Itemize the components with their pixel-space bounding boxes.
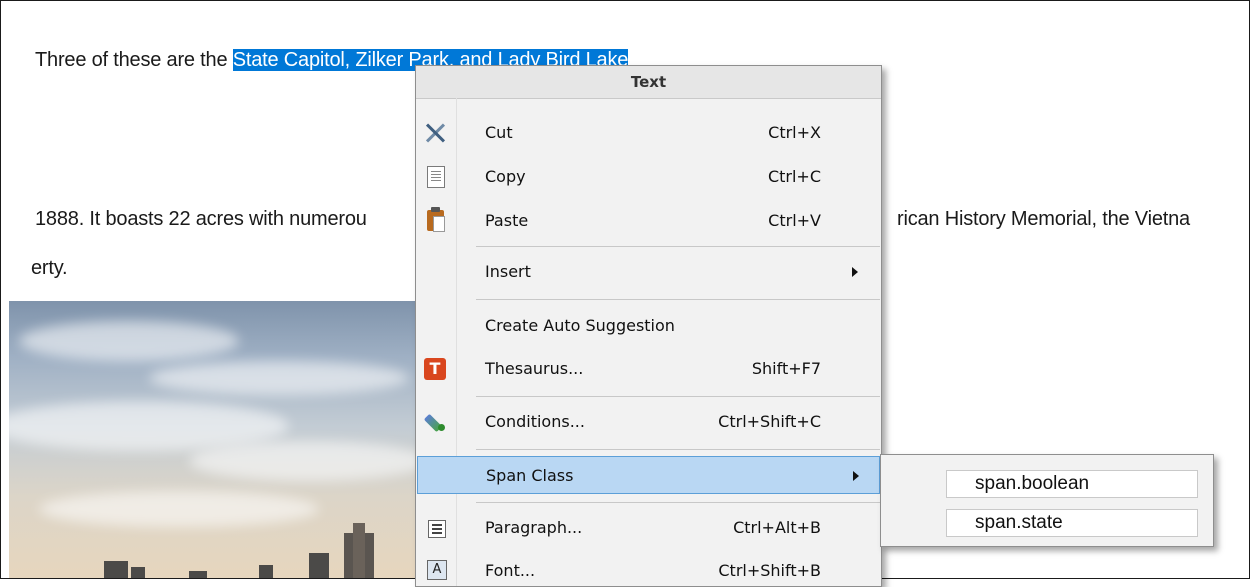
menu-item-label: Copy [485, 167, 526, 186]
menu-item-thesaurus[interactable]: T Thesaurus... Shift+F7 [416, 350, 881, 388]
menu-item-label: Font... [485, 561, 536, 580]
span-class-submenu[interactable]: span.boolean span.state [880, 454, 1214, 547]
submenu-item-span-state[interactable]: span.state [946, 509, 1198, 537]
menu-separator [476, 449, 880, 450]
conditions-icon [424, 411, 446, 433]
menu-item-copy[interactable]: Copy Ctrl+C [416, 158, 881, 196]
document-paragraph-2[interactable]: 1888. It boasts 22 acres with numerou [35, 208, 367, 231]
paste-icon [427, 207, 445, 232]
menu-item-shortcut: Ctrl+Alt+B [733, 518, 821, 537]
menu-item-label: Span Class [486, 466, 574, 485]
menu-item-cut[interactable]: Cut Ctrl+X [416, 114, 881, 152]
menu-item-label: Conditions... [485, 412, 585, 431]
menu-item-paragraph[interactable]: Paragraph... Ctrl+Alt+B [416, 509, 881, 547]
submenu-arrow-icon [852, 267, 858, 277]
cut-icon [424, 122, 446, 144]
menu-item-label: Cut [485, 123, 513, 142]
paragraph-icon [428, 520, 446, 538]
menu-separator [476, 299, 880, 300]
menu-item-span-class[interactable]: Span Class [417, 456, 880, 494]
submenu-arrow-icon [853, 471, 859, 481]
menu-item-conditions[interactable]: Conditions... Ctrl+Shift+C [416, 403, 881, 441]
menu-separator [476, 246, 880, 247]
menu-item-shortcut: Ctrl+Shift+C [718, 412, 821, 431]
menu-item-insert[interactable]: Insert [416, 253, 881, 291]
menu-item-shortcut: Ctrl+X [768, 123, 821, 142]
context-menu-title: Text [416, 66, 881, 99]
menu-item-paste[interactable]: Paste Ctrl+V [416, 202, 881, 240]
menu-separator [476, 396, 880, 397]
menu-item-label: Insert [485, 262, 531, 281]
document-paragraph-2-continued[interactable]: rican History Memorial, the Vietna [897, 208, 1190, 231]
menu-item-shortcut: Ctrl+V [768, 211, 821, 230]
menu-item-label: Thesaurus... [485, 359, 584, 378]
menu-item-label: Paste [485, 211, 529, 230]
menu-item-label: Paragraph... [485, 518, 583, 537]
submenu-item-span-boolean[interactable]: span.boolean [946, 470, 1198, 498]
menu-item-shortcut: Ctrl+C [767, 167, 821, 186]
context-menu[interactable]: Text Cut Ctrl+X Copy Ctrl+C Paste Ctrl+V… [415, 65, 882, 587]
font-icon: A [427, 560, 447, 580]
copy-icon [427, 166, 445, 188]
paragraph-1-text: Three of these are the [35, 49, 233, 71]
city-skyline-image [9, 301, 419, 578]
menu-item-shortcut: Ctrl+Shift+B [718, 561, 821, 580]
menu-item-label: Create Auto Suggestion [485, 316, 675, 335]
menu-separator [476, 502, 880, 503]
document-paragraph-3[interactable]: erty. [31, 257, 68, 280]
menu-item-font[interactable]: A Font... Ctrl+Shift+B [416, 552, 881, 586]
menu-item-shortcut: Shift+F7 [751, 359, 821, 378]
thesaurus-icon: T [424, 358, 446, 380]
menu-item-create-auto-suggestion[interactable]: Create Auto Suggestion [416, 307, 881, 345]
